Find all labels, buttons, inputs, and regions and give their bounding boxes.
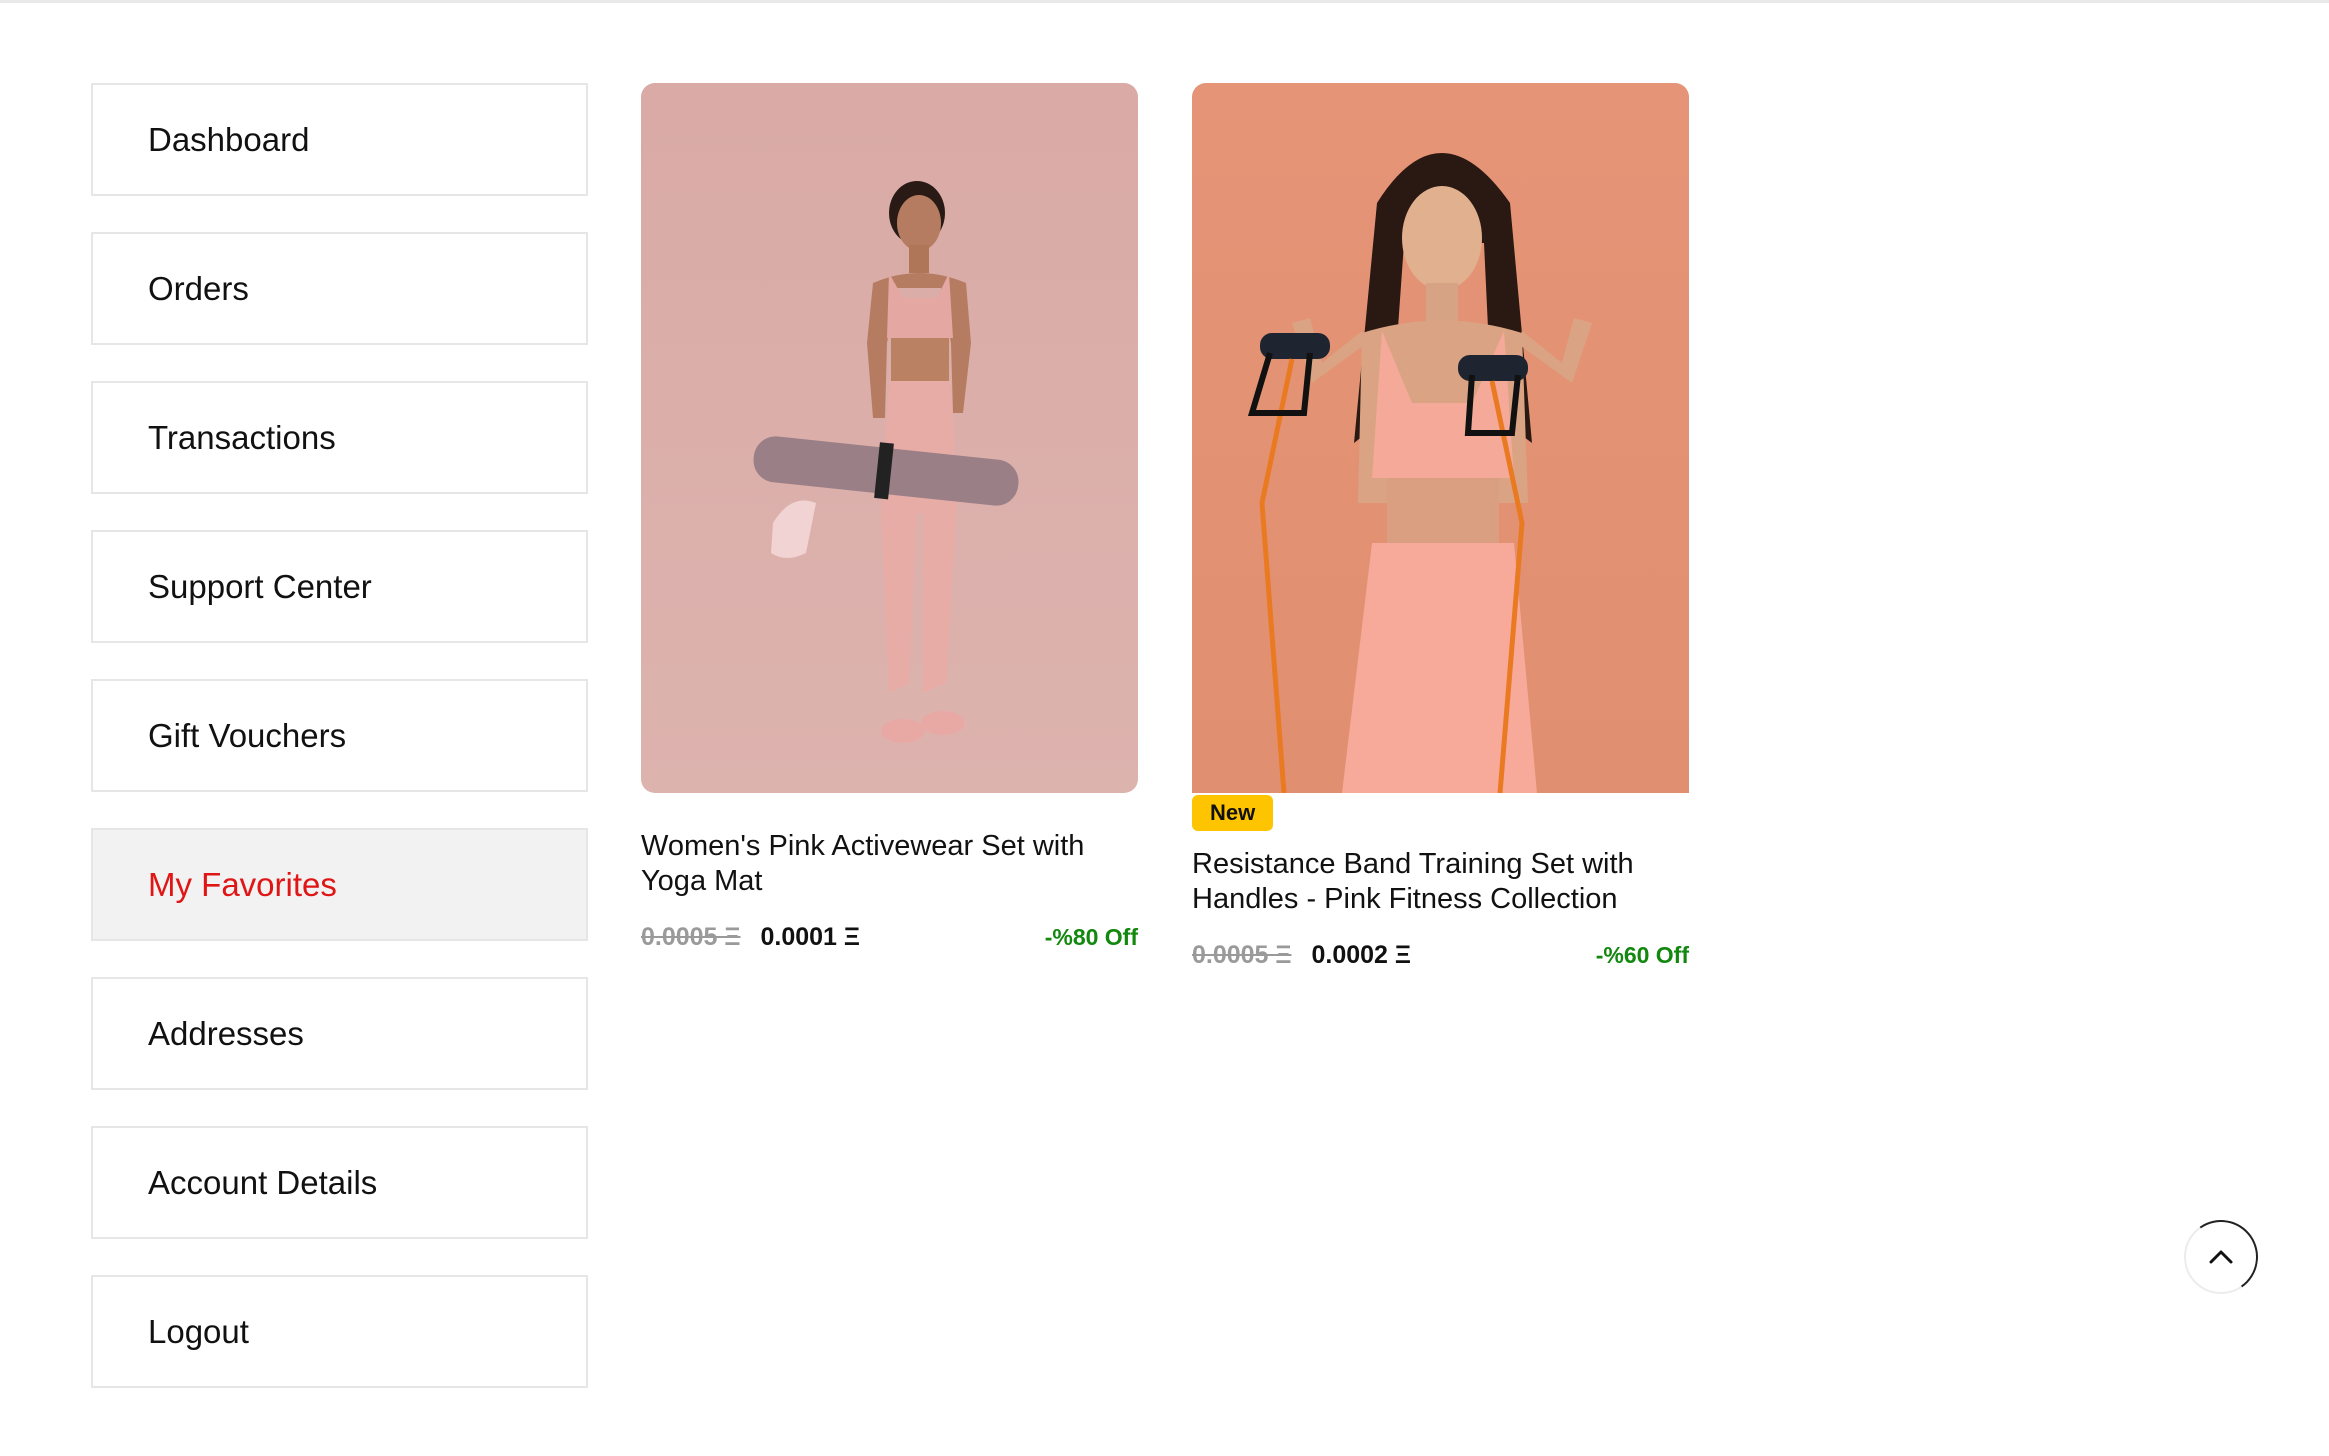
- sidebar-item-dashboard[interactable]: Dashboard: [91, 83, 588, 196]
- sale-price: 0.0002 Ξ: [1311, 941, 1412, 969]
- sidebar-item-addresses[interactable]: Addresses: [91, 977, 588, 1090]
- original-price: 0.0005 Ξ: [641, 923, 741, 951]
- product-title[interactable]: Women's Pink Activewear Set with Yoga Ma…: [641, 829, 1138, 899]
- sidebar-item-logout[interactable]: Logout: [91, 1275, 588, 1388]
- sidebar-item-account-details[interactable]: Account Details: [91, 1126, 588, 1239]
- discount-label: -%80 Off: [1044, 924, 1138, 950]
- product-title[interactable]: Resistance Band Training Set with Handle…: [1192, 847, 1689, 917]
- sale-price: 0.0001 Ξ: [760, 923, 861, 951]
- top-divider: [0, 0, 2329, 3]
- sidebar-item-transactions[interactable]: Transactions: [91, 381, 588, 494]
- favorite-product-card[interactable]: New Resistance Band Training Set with Ha…: [1192, 83, 1689, 970]
- favorite-product-card[interactable]: Women's Pink Activewear Set with Yoga Ma…: [641, 83, 1138, 952]
- sidebar-item-my-favorites[interactable]: My Favorites: [91, 828, 588, 941]
- account-sidebar: Dashboard Orders Transactions Support Ce…: [91, 83, 588, 1424]
- sidebar-item-support-center[interactable]: Support Center: [91, 530, 588, 643]
- original-price: 0.0005 Ξ: [1192, 941, 1292, 969]
- sidebar-item-orders[interactable]: Orders: [91, 232, 588, 345]
- discount-label: -%60 Off: [1595, 942, 1689, 968]
- woman-resistance-band-photo: [1192, 83, 1689, 793]
- sidebar-item-gift-vouchers[interactable]: Gift Vouchers: [91, 679, 588, 792]
- product-image[interactable]: [1192, 83, 1689, 793]
- price-row: 0.0005 Ξ 0.0001 Ξ -%80 Off: [641, 923, 1138, 952]
- scroll-to-top-button[interactable]: [2178, 1214, 2264, 1300]
- new-badge: New: [1192, 795, 1274, 831]
- woman-pink-activewear-yoga-mat-photo: [641, 83, 1138, 793]
- scroll-progress-ring: [2178, 1214, 2264, 1300]
- price-row: 0.0005 Ξ 0.0002 Ξ -%60 Off: [1192, 941, 1689, 970]
- product-image[interactable]: [641, 83, 1138, 793]
